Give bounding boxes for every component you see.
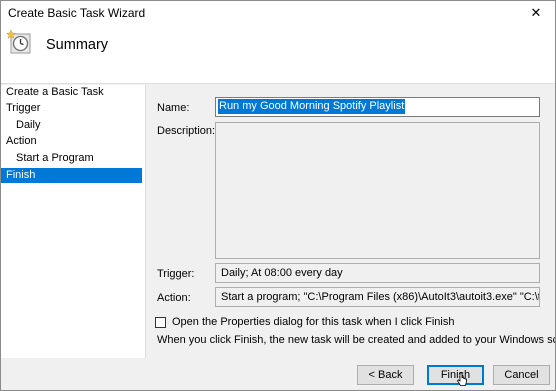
finish-info-text: When you click Finish, the new task will… [157,334,556,346]
close-button[interactable]: ✕ [523,1,549,25]
cancel-button[interactable]: Cancel [493,365,550,385]
name-value: Run my Good Morning Spotify Playlist [218,99,406,114]
sidebar-item-daily[interactable]: Daily [1,118,142,133]
trigger-field[interactable]: Daily; At 08:00 every day [215,263,540,283]
name-field[interactable]: Run my Good Morning Spotify Playlist [215,97,540,117]
sidebar-item-finish[interactable]: Finish [1,168,142,183]
wizard-header: Summary [1,25,555,84]
description-label: Description: [157,125,216,137]
wizard-window: Create Basic Task Wizard ✕ Summary Creat… [0,0,556,391]
title-bar[interactable]: Create Basic Task Wizard ✕ [1,1,555,25]
name-label: Name: [157,102,190,114]
sidebar-item-start-a-program[interactable]: Start a Program [1,151,142,166]
window-title: Create Basic Task Wizard [8,6,146,20]
page-title: Summary [46,37,109,53]
action-field[interactable]: Start a program; "C:\Program Files (x86)… [215,287,540,307]
button-bar: < Back Finish Cancel [1,358,555,390]
summary-panel: Name: Run my Good Morning Spotify Playli… [147,85,555,358]
wizard-steps-sidebar: Create a Basic Task Trigger Daily Action… [1,85,146,358]
open-properties-label[interactable]: Open the Properties dialog for this task… [172,316,454,328]
trigger-label: Trigger: [157,268,195,280]
sidebar-item-trigger[interactable]: Trigger [1,101,142,116]
sidebar-item-create-basic-task[interactable]: Create a Basic Task [1,85,142,100]
open-properties-checkbox[interactable] [155,317,166,328]
back-button[interactable]: < Back [357,365,414,385]
task-clock-icon [6,29,31,54]
description-field[interactable] [215,122,540,259]
action-label: Action: [157,292,191,304]
mouse-cursor-icon [456,372,467,386]
sidebar-item-action[interactable]: Action [1,134,142,149]
